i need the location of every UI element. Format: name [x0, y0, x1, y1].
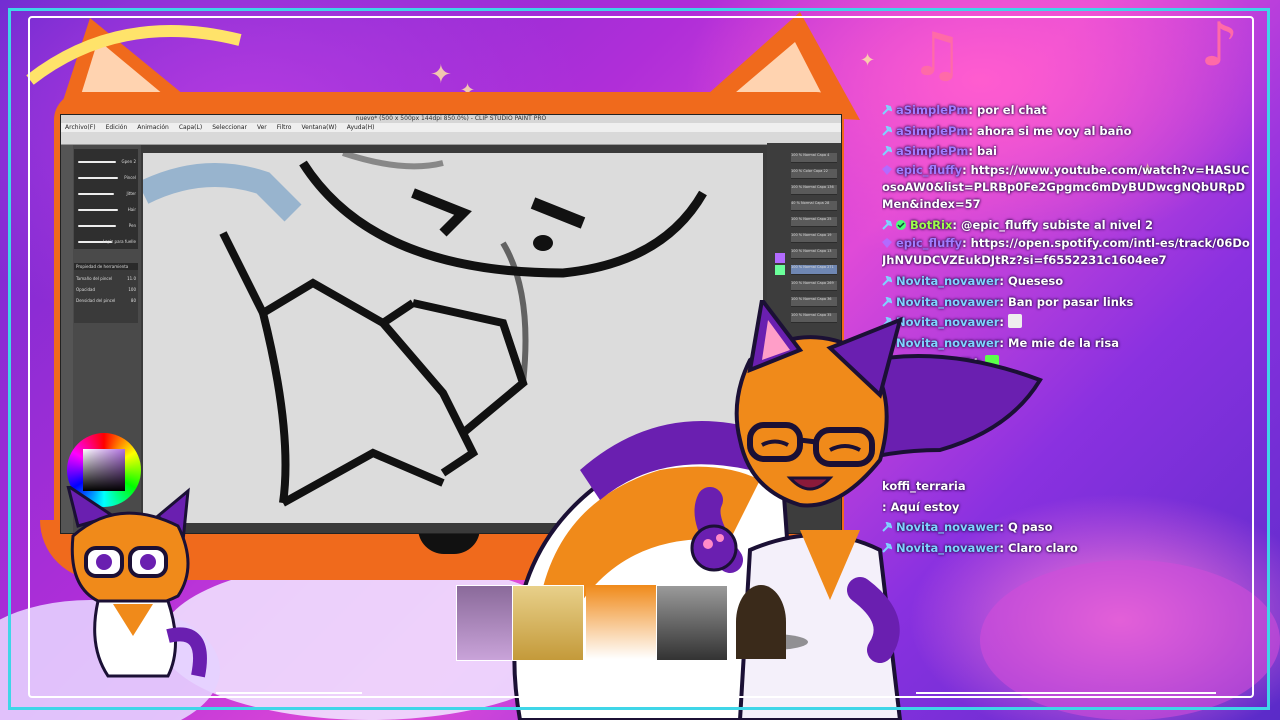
menu-bar: Archivo(F) Edición Animación Capa(L) Sel…	[61, 123, 841, 132]
brush-preview[interactable]	[78, 161, 116, 163]
gem-icon	[882, 163, 896, 177]
brush-preview[interactable]	[78, 209, 118, 211]
menu-animation[interactable]: Animación	[137, 123, 169, 132]
chat-text: : @epic_fluffy subiste al nivel 2	[952, 217, 1153, 232]
subtool-palette[interactable]: Gpen 2 Pincel Jitter Hair Pen Lapiz para…	[74, 149, 138, 249]
thumbnail	[586, 585, 656, 659]
menu-layer[interactable]: Capa(L)	[179, 123, 202, 132]
chat-message: Novita_novawer: Queseso	[882, 271, 1250, 292]
menu-filter[interactable]: Filtro	[277, 123, 292, 132]
thumbnail	[736, 585, 786, 659]
brush-preview[interactable]	[78, 193, 114, 195]
subtool-label: Gpen 2	[121, 159, 136, 164]
brush-preview[interactable]	[78, 225, 116, 227]
property-row[interactable]: Tamaño del pincel 11.0	[74, 270, 138, 281]
divider	[216, 692, 362, 694]
layer-item[interactable]: 100 % Normal Capa 19	[791, 233, 837, 243]
chat-message: epic_fluffy: https://www.youtube.com/wat…	[882, 162, 1250, 215]
chat-message: aSimplePm: por el chat	[882, 100, 1250, 121]
menu-file[interactable]: Archivo(F)	[65, 123, 96, 132]
gem-icon	[882, 236, 896, 250]
menu-view[interactable]: Ver	[257, 123, 267, 132]
chat-username[interactable]: epic_fluffy	[896, 163, 962, 177]
subtool-label: Hair	[127, 207, 136, 212]
chat-username[interactable]: Novita_novawer	[896, 274, 999, 288]
subtool-label: Pincel	[124, 175, 136, 180]
property-value: 11.0	[127, 276, 136, 281]
wrench-icon	[882, 144, 896, 158]
chat-message: aSimplePm: bai	[882, 141, 1250, 162]
chat-username[interactable]: aSimplePm	[896, 124, 968, 138]
small-fox-avatar	[66, 486, 207, 678]
property-row[interactable]: Opacidad 100	[74, 281, 138, 292]
wrench-icon	[882, 218, 896, 232]
wrench-icon	[882, 274, 896, 288]
tool-properties: Propiedad de herramienta Tamaño del pinc…	[74, 263, 138, 323]
menu-window[interactable]: Ventana(W)	[301, 123, 336, 132]
command-bar	[61, 132, 841, 145]
chat-text: : por el chat	[968, 103, 1047, 117]
subtool-label: Pen	[128, 223, 136, 228]
color-square[interactable]	[83, 449, 125, 491]
check-icon	[896, 218, 910, 232]
thumbnail	[512, 585, 584, 661]
property-value: 80	[130, 298, 136, 303]
chat-username[interactable]: aSimplePm	[896, 103, 968, 117]
emote-thumbnails	[452, 585, 792, 661]
layer-item[interactable]: 100 % Color Capa 22	[791, 169, 837, 179]
chat-username[interactable]: BotRix	[910, 218, 952, 232]
stream-overlay: ✦ ✦ ✦ ✦ ✦ ♫ ♪ nuevo* (500 x 500px 144dpi…	[0, 0, 1280, 720]
app-title: nuevo* (500 x 500px 144dpi 850.0%) - CLI…	[61, 115, 841, 123]
layer-item[interactable]: 100 % Normal Capa 4	[791, 153, 837, 163]
property-label: Densidad del pincel	[76, 298, 116, 303]
chat-message: aSimplePm: ahora si me voy al baño	[882, 121, 1250, 142]
property-label: Opacidad	[76, 287, 95, 292]
layer-item[interactable]: 100 % Normal Capa 25	[791, 217, 837, 227]
menu-select[interactable]: Seleccionar	[212, 123, 247, 132]
property-row[interactable]: Densidad del pincel 80	[74, 292, 138, 303]
wrench-icon	[882, 124, 896, 138]
subtool-label: Jitter	[126, 191, 136, 196]
divider	[916, 692, 1216, 694]
layer-item[interactable]: 40 % Normal Capa 28	[791, 201, 837, 211]
brush-preview[interactable]	[78, 177, 118, 179]
layer-item[interactable]: 100 % Normal Capa 13	[791, 249, 837, 259]
chat-message: epic_fluffy: https://open.spotify.com/in…	[882, 235, 1250, 271]
layer-item[interactable]: 100 % Normal Capa 269	[791, 281, 837, 291]
thumbnail	[656, 585, 728, 661]
color-swatch[interactable]	[775, 253, 785, 263]
menu-help[interactable]: Ayuda(H)	[347, 123, 375, 132]
menu-edit[interactable]: Edición	[106, 123, 128, 132]
chat-username[interactable]: aSimplePm	[896, 144, 968, 158]
chat-text: : ahora si me voy al baño	[968, 123, 1132, 138]
subtool-label: Lapiz para fuelle	[102, 239, 136, 244]
property-label: Tamaño del pincel	[76, 276, 113, 281]
chat-username[interactable]: epic_fluffy	[896, 236, 962, 250]
chat-text: : Queseso	[999, 274, 1064, 288]
color-swatch[interactable]	[775, 265, 785, 275]
layer-item[interactable]: 100 % Normal Capa 136	[791, 185, 837, 195]
chat-text: : bai	[968, 144, 997, 158]
property-value: 100	[128, 287, 136, 292]
wrench-icon	[882, 103, 896, 117]
layer-item-selected[interactable]: 100 % Normal Capa 271	[791, 265, 837, 275]
properties-title: Propiedad de herramienta	[74, 263, 138, 270]
chat-message: BotRix: @epic_fluffy subiste al nivel 2	[882, 215, 1250, 236]
